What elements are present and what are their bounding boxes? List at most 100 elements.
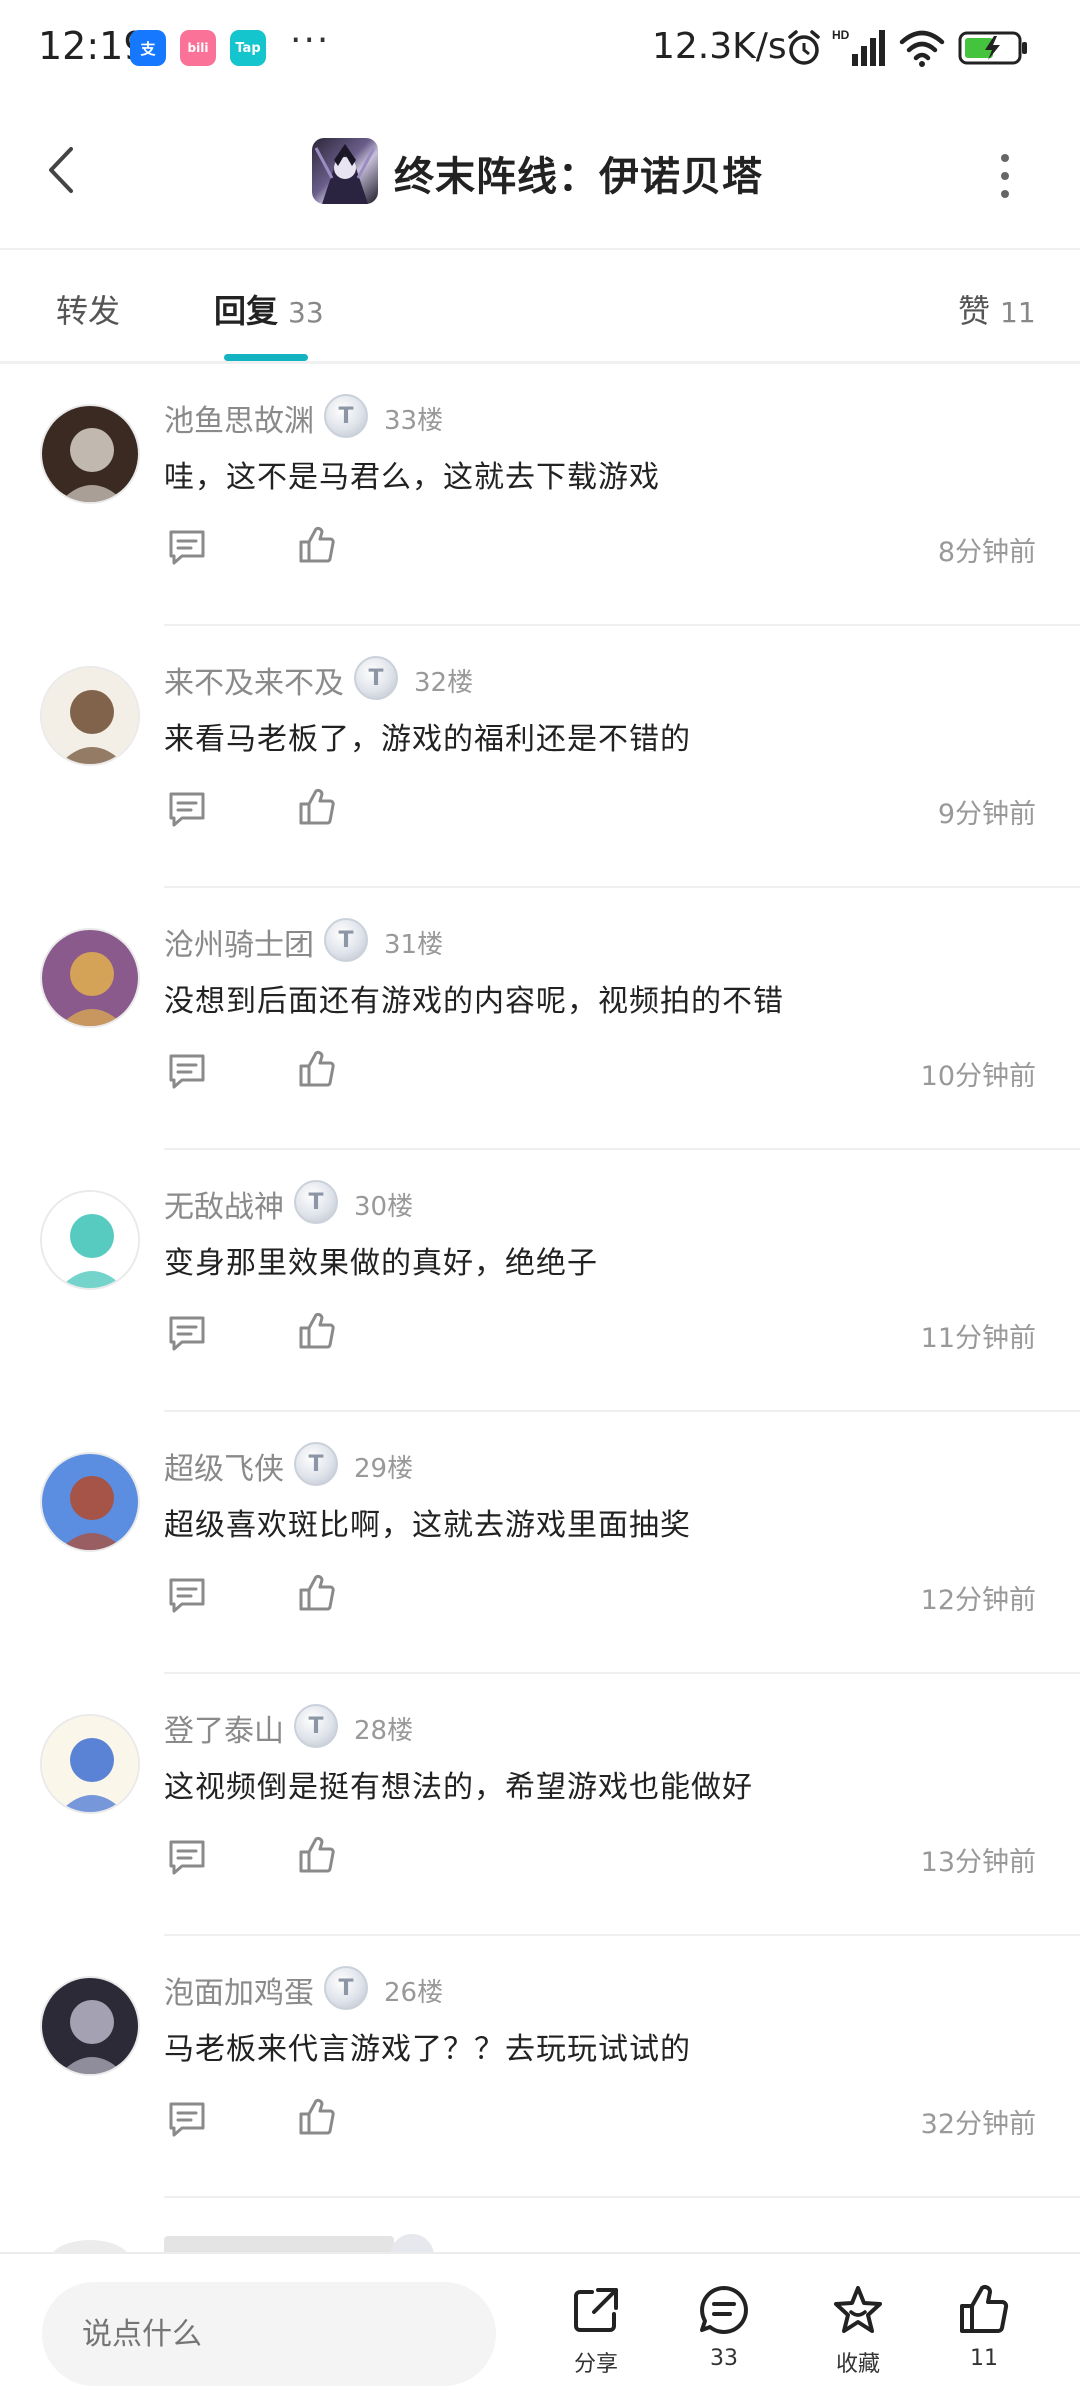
app-header: 终末阵线：伊诺贝塔 xyxy=(0,100,1080,250)
more-vertical-icon[interactable] xyxy=(990,148,1020,204)
comment-text: 这视频倒是挺有想法的，希望游戏也能做好 xyxy=(164,1770,753,1805)
bilibili-icon: bili xyxy=(180,30,216,66)
tab-forward-label: 转发 xyxy=(56,292,121,330)
comment-time: 10分钟前 xyxy=(920,1061,1036,1092)
wifi-icon xyxy=(899,30,945,67)
status-bar: 12:19 支 bili Tap ··· 12.3K/s HD xyxy=(0,0,1080,100)
tab-forward[interactable]: 转发 xyxy=(56,286,120,332)
reply-icon[interactable] xyxy=(166,1574,208,1616)
status-more-icon: ··· xyxy=(290,20,331,61)
page-title: 终末阵线：伊诺贝塔 xyxy=(394,154,763,200)
comment-text: 马老板来代言游戏了？？去玩玩试试的 xyxy=(164,2032,691,2067)
thumbs-up-icon[interactable] xyxy=(296,1572,338,1614)
comment-username[interactable]: 沧州骑士团 xyxy=(164,920,314,964)
user-level-badge: T xyxy=(324,394,368,438)
battery-icon xyxy=(958,31,1027,65)
tab-like-count: 11 xyxy=(1000,296,1036,329)
reply-icon[interactable] xyxy=(166,788,208,830)
user-avatar[interactable] xyxy=(40,1714,140,1814)
reply-icon[interactable] xyxy=(166,1836,208,1878)
comment-input[interactable] xyxy=(42,2282,496,2386)
comment-item[interactable]: 登了泰山 T 28楼 这视频倒是挺有想法的，希望游戏也能做好 13分钟前 xyxy=(0,1674,1080,1936)
tab-active-indicator xyxy=(224,354,308,361)
comment-text: 超级喜欢斑比啊，这就去游戏里面抽奖 xyxy=(164,1508,691,1543)
thumbs-up-icon xyxy=(960,2285,1009,2333)
tab-reply-count: 33 xyxy=(288,296,324,329)
comment-floor: 32楼 xyxy=(414,668,474,698)
alarm-icon xyxy=(788,30,820,65)
user-avatar[interactable] xyxy=(40,1976,140,2076)
comments-button[interactable]: 33 xyxy=(674,2282,774,2390)
comment-floor: 33楼 xyxy=(384,406,444,436)
comment-list-partial-row xyxy=(0,2232,1080,2252)
user-level-badge: T xyxy=(324,1966,368,2010)
user-avatar[interactable] xyxy=(40,928,140,1028)
comment-floor: 29楼 xyxy=(354,1454,414,1484)
comment-floor: 30楼 xyxy=(354,1192,414,1222)
comment-username[interactable]: 池鱼思故渊 xyxy=(164,396,314,440)
thumbs-up-icon[interactable] xyxy=(296,1834,338,1876)
thumbs-up-icon[interactable] xyxy=(296,1048,338,1090)
comment-time: 11分钟前 xyxy=(920,1323,1036,1354)
user-avatar[interactable] xyxy=(40,1452,140,1552)
share-button[interactable]: 分享 xyxy=(546,2282,646,2390)
back-button[interactable] xyxy=(36,140,86,200)
share-label: 分享 xyxy=(573,2352,618,2377)
comment-divider xyxy=(164,2196,1080,2198)
comment-username[interactable]: 来不及来不及 xyxy=(164,658,344,702)
reply-icon[interactable] xyxy=(166,526,208,568)
reply-icon[interactable] xyxy=(166,1312,208,1354)
comment-bubble-icon xyxy=(700,2286,748,2334)
signal-icon: HD xyxy=(832,28,885,66)
comment-username[interactable]: 登了泰山 xyxy=(164,1706,284,1750)
tab-like[interactable]: 赞 11 xyxy=(958,286,1036,332)
user-level-badge: T xyxy=(294,1442,338,1486)
comments-count: 33 xyxy=(710,2346,738,2371)
share-icon xyxy=(574,2288,618,2332)
user-level-badge: T xyxy=(294,1704,338,1748)
comment-time: 13分钟前 xyxy=(920,1847,1036,1878)
favorite-button[interactable]: 收藏 xyxy=(808,2282,908,2390)
signal-hd-label: HD xyxy=(832,28,850,42)
like-button[interactable]: 11 xyxy=(934,2282,1034,2390)
comment-time: 32分钟前 xyxy=(920,2109,1036,2140)
reply-icon[interactable] xyxy=(166,1050,208,1092)
comment-username[interactable]: 无敌战神 xyxy=(164,1182,284,1226)
thumbs-up-icon[interactable] xyxy=(296,786,338,828)
comment-item[interactable]: 沧州骑士团 T 31楼 没想到后面还有游戏的内容呢，视频拍的不错 10分钟前 xyxy=(0,888,1080,1150)
thumbs-up-icon[interactable] xyxy=(296,1310,338,1352)
comment-text: 没想到后面还有游戏的内容呢，视频拍的不错 xyxy=(164,984,784,1019)
comment-text: 来看马老板了，游戏的福利还是不错的 xyxy=(164,722,691,757)
star-icon xyxy=(834,2286,882,2333)
network-speed: 12.3K/s xyxy=(652,26,787,67)
user-avatar[interactable] xyxy=(40,1190,140,1290)
comment-floor: 28楼 xyxy=(354,1716,414,1746)
comment-floor: 31楼 xyxy=(384,930,444,960)
user-level-badge: T xyxy=(354,656,398,700)
tab-reply-label: 回复 xyxy=(214,292,279,330)
comment-time: 9分钟前 xyxy=(937,799,1036,830)
comment-item[interactable]: 无敌战神 T 30楼 变身那里效果做的真好，绝绝子 11分钟前 xyxy=(0,1150,1080,1412)
thumbs-up-icon[interactable] xyxy=(296,2096,338,2138)
reply-icon[interactable] xyxy=(166,2098,208,2140)
comment-item[interactable]: 池鱼思故渊 T 33楼 哇，这不是马君么，这就去下载游戏 8分钟前 xyxy=(0,364,1080,626)
comment-item[interactable]: 超级飞侠 T 29楼 超级喜欢斑比啊，这就去游戏里面抽奖 12分钟前 xyxy=(0,1412,1080,1674)
comment-text: 哇，这不是马君么，这就去下载游戏 xyxy=(164,460,660,495)
user-avatar[interactable] xyxy=(40,666,140,766)
user-avatar[interactable] xyxy=(40,404,140,504)
comment-item[interactable]: 泡面加鸡蛋 T 26楼 马老板来代言游戏了？？去玩玩试试的 32分钟前 xyxy=(0,1936,1080,2198)
tab-like-label: 赞 xyxy=(958,292,991,330)
user-level-badge: T xyxy=(294,1180,338,1224)
comment-item[interactable]: 来不及来不及 T 32楼 来看马老板了，游戏的福利还是不错的 9分钟前 xyxy=(0,626,1080,888)
comment-text: 变身那里效果做的真好，绝绝子 xyxy=(164,1246,598,1281)
thumbs-up-icon[interactable] xyxy=(296,524,338,566)
favorite-label: 收藏 xyxy=(835,2352,880,2377)
comment-username[interactable]: 泡面加鸡蛋 xyxy=(164,1968,314,2012)
tab-reply[interactable]: 回复 33 xyxy=(214,286,324,332)
comment-username[interactable]: 超级飞侠 xyxy=(164,1444,284,1488)
alipay-icon: 支 xyxy=(130,30,166,66)
game-avatar[interactable] xyxy=(312,138,378,204)
bottom-action-bar: 分享 33 收藏 11 xyxy=(0,2252,1080,2400)
user-level-badge: T xyxy=(324,918,368,962)
chevron-left-icon xyxy=(49,147,73,193)
